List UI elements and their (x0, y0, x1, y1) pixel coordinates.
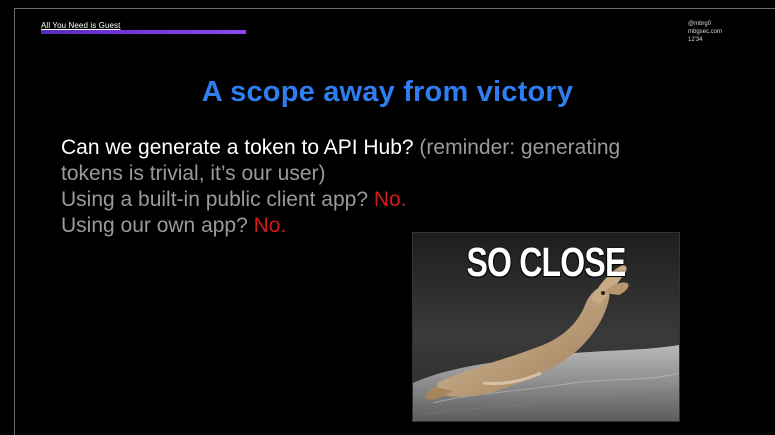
meme-caption: SO CLOSE (466, 239, 626, 285)
bullet-line-2: tokens is trivial, it’s our user) (61, 161, 751, 187)
title-accent-bar (41, 30, 246, 34)
speaker-info: @mbrg0 mbgsec.com 12'34 (688, 20, 722, 44)
reminder-text-continued: tokens is trivial, it’s our user) (61, 162, 326, 185)
own-app-answer: No. (253, 214, 287, 237)
speaker-website: mbgsec.com (688, 29, 723, 35)
public-client-answer: No. (373, 188, 407, 211)
question-text: Can we generate a token to API Hub? (61, 136, 414, 159)
so-close-meme-image: SO CLOSE (412, 232, 680, 422)
bullet-line-3: Using a built-in public client app? No. (61, 187, 751, 213)
reminder-text: (reminder: generating (413, 136, 621, 159)
slide-timestamp: 12'34 (688, 37, 703, 43)
bullet-line-1: Can we generate a token to API Hub? (rem… (61, 135, 751, 161)
own-app-question: Using our own app? (61, 214, 254, 237)
slide-body: Can we generate a token to API Hub? (rem… (61, 135, 751, 239)
talk-title: All You Need is Guest (41, 21, 121, 30)
slide-title: A scope away from victory (201, 76, 574, 108)
public-client-question: Using a built-in public client app? (61, 188, 374, 211)
video-frame: All You Need is Guest @mbrg0 mbgsec.com … (0, 0, 775, 435)
speaker-handle: @mbrg0 (688, 21, 712, 27)
